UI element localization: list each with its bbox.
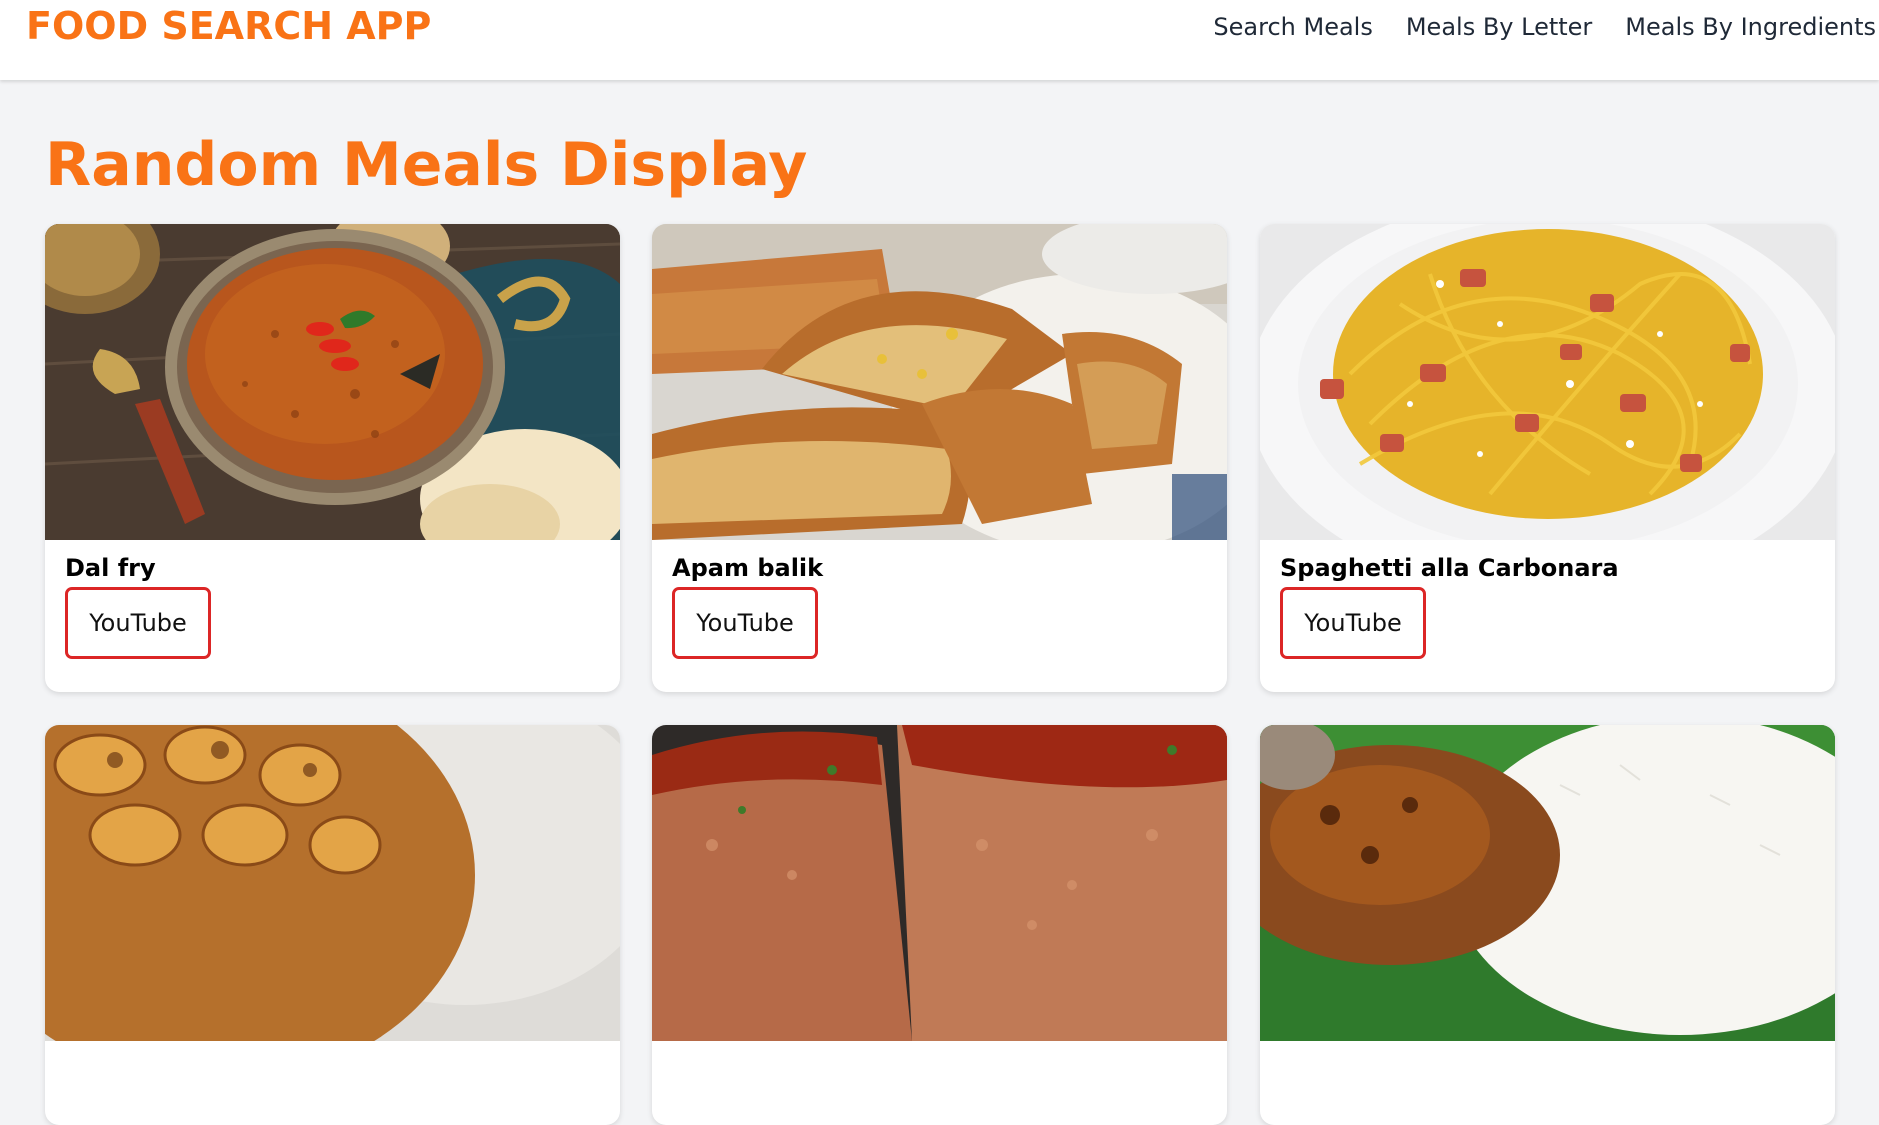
page-title: Random Meals Display	[45, 130, 808, 200]
meal-title: Dal fry	[65, 554, 156, 582]
meal-card-4	[45, 725, 620, 1125]
meal-card-spaghetti-alla-carbonara: Spaghetti alla Carbonara YouTube	[1260, 224, 1835, 692]
meal-image-spaghetti-carbonara	[1260, 224, 1835, 540]
top-navbar: FOOD SEARCH APP Search Meals Meals By Le…	[0, 0, 1879, 80]
meal-image-apam-balik	[652, 224, 1227, 540]
meal-card-5	[652, 725, 1227, 1125]
nav-link-meals-by-ingredients[interactable]: Meals By Ingredients	[1625, 13, 1876, 41]
meal-image-5	[652, 725, 1227, 1041]
youtube-link-button[interactable]: YouTube	[65, 587, 211, 659]
nav-link-search-meals[interactable]: Search Meals	[1213, 13, 1372, 41]
nav-link-meals-by-letter[interactable]: Meals By Letter	[1406, 13, 1592, 41]
meal-image-4	[45, 725, 620, 1041]
meal-image-6	[1260, 725, 1835, 1041]
meal-card-6	[1260, 725, 1835, 1125]
youtube-link-button[interactable]: YouTube	[672, 587, 818, 659]
meal-title: Spaghetti alla Carbonara	[1280, 554, 1619, 582]
meal-card-apam-balik: Apam balik YouTube	[652, 224, 1227, 692]
nav-links: Search Meals Meals By Letter Meals By In…	[1213, 13, 1876, 41]
app-brand[interactable]: FOOD SEARCH APP	[26, 4, 431, 48]
youtube-link-button[interactable]: YouTube	[1280, 587, 1426, 659]
meal-image-dal-fry	[45, 224, 620, 540]
meal-title: Apam balik	[672, 554, 824, 582]
meal-card-dal-fry: Dal fry YouTube	[45, 224, 620, 692]
